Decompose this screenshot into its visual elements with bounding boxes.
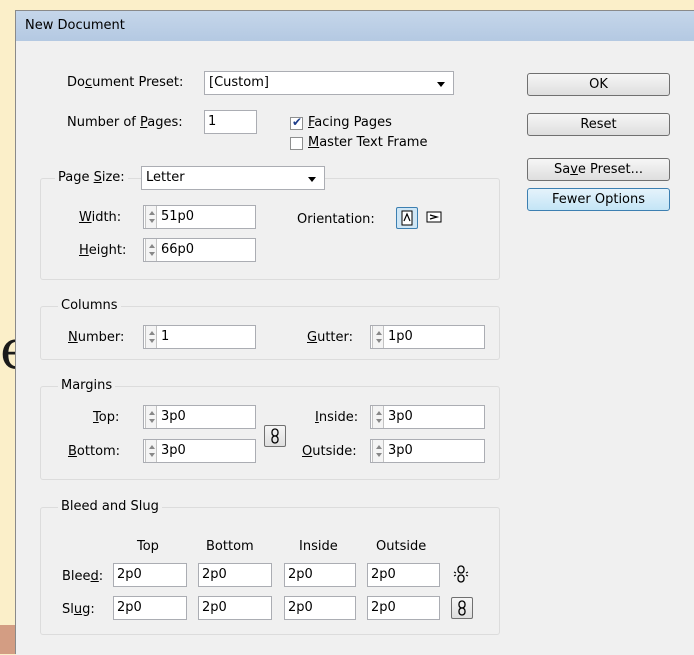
master-text-frame-label: Master Text Frame xyxy=(308,135,428,150)
fewer-options-button[interactable]: Fewer Options xyxy=(527,188,670,211)
chain-link-icon xyxy=(458,600,466,616)
document-preset-label: Document Preset: xyxy=(67,75,184,90)
page-size-value: Letter xyxy=(146,170,185,185)
slug-label: Slug: xyxy=(62,602,95,617)
bleed-outside-input[interactable]: 2p0 xyxy=(367,563,440,587)
bleed-header-bottom: Bottom xyxy=(206,539,254,554)
chain-link-icon xyxy=(271,428,279,444)
margin-outside-value: 3p0 xyxy=(388,443,413,458)
margin-inside-label: Inside: xyxy=(315,410,359,425)
facing-pages-checkbox[interactable]: ✔ xyxy=(290,115,303,130)
width-input[interactable]: 51p0 xyxy=(143,205,256,229)
gutter-label: Gutter: xyxy=(307,330,354,345)
margin-bottom-value: 3p0 xyxy=(161,443,186,458)
chevron-down-icon xyxy=(437,82,445,87)
margin-bottom-input[interactable]: 3p0 xyxy=(143,439,256,463)
slug-inside-input[interactable]: 2p0 xyxy=(284,596,356,620)
margin-top-value: 3p0 xyxy=(161,409,186,424)
slug-top-input[interactable]: 2p0 xyxy=(113,596,187,620)
margins-title: Margins xyxy=(58,378,116,393)
reset-button[interactable]: Reset xyxy=(527,113,670,136)
column-number-value: 1 xyxy=(161,329,170,344)
margin-outside-stepper[interactable] xyxy=(372,440,384,462)
page-size-label: Page Size: xyxy=(55,170,128,185)
save-preset-button[interactable]: Save Preset... xyxy=(527,158,670,181)
width-stepper[interactable] xyxy=(145,206,157,228)
height-stepper[interactable] xyxy=(145,239,157,261)
slug-link-button[interactable] xyxy=(451,597,473,619)
column-number-label: Number: xyxy=(68,330,125,345)
number-of-pages-input[interactable]: 1 xyxy=(204,110,257,134)
portrait-icon xyxy=(401,210,413,226)
margin-top-input[interactable]: 3p0 xyxy=(143,405,256,429)
column-number-input[interactable]: 1 xyxy=(143,325,256,349)
bleed-inside-input[interactable]: 2p0 xyxy=(284,563,356,587)
slug-bottom-input[interactable]: 2p0 xyxy=(198,596,272,620)
bleed-header-outside: Outside xyxy=(376,539,427,554)
chevron-down-icon xyxy=(308,177,316,182)
margin-inside-stepper[interactable] xyxy=(372,406,384,428)
landscape-orientation-button[interactable] xyxy=(424,207,446,229)
orientation-label: Orientation: xyxy=(297,212,375,227)
document-preset-value: [Custom] xyxy=(209,75,269,90)
facing-pages-label: Facing Pages xyxy=(308,115,392,130)
new-document-dialog: New Document Document Preset: [Custom] N… xyxy=(15,10,694,655)
bleed-slug-title: Bleed and Slug xyxy=(58,499,162,514)
broken-chain-link-icon xyxy=(453,565,469,583)
dialog-content: Document Preset: [Custom] Number of Page… xyxy=(16,41,694,655)
bleed-header-top: Top xyxy=(137,539,159,554)
document-preset-dropdown[interactable]: [Custom] xyxy=(204,71,454,95)
margins-link-button[interactable] xyxy=(264,425,286,447)
margin-inside-value: 3p0 xyxy=(388,409,413,424)
columns-title: Columns xyxy=(58,298,121,313)
height-input[interactable]: 66p0 xyxy=(143,238,256,262)
gutter-stepper[interactable] xyxy=(372,326,384,348)
master-text-frame-checkbox[interactable] xyxy=(290,137,303,150)
page-size-dropdown[interactable]: Letter xyxy=(141,166,325,190)
background-accent-bar xyxy=(0,625,15,654)
width-value: 51p0 xyxy=(161,209,195,224)
height-label: Height: xyxy=(79,243,127,258)
bleed-top-input[interactable]: 2p0 xyxy=(113,563,187,587)
portrait-orientation-button[interactable] xyxy=(396,207,418,229)
margin-outside-label: Outside: xyxy=(302,444,357,459)
dialog-titlebar: New Document xyxy=(16,11,694,42)
height-value: 66p0 xyxy=(161,242,195,257)
bleed-link-button[interactable] xyxy=(451,564,473,586)
checkmark-icon: ✔ xyxy=(292,115,303,129)
margin-outside-input[interactable]: 3p0 xyxy=(370,439,485,463)
number-of-pages-label: Number of Pages: xyxy=(67,115,183,130)
slug-outside-input[interactable]: 2p0 xyxy=(367,596,440,620)
landscape-icon xyxy=(426,211,442,223)
bleed-label: Bleed: xyxy=(62,569,104,584)
bleed-bottom-input[interactable]: 2p0 xyxy=(198,563,272,587)
gutter-input[interactable]: 1p0 xyxy=(370,325,485,349)
width-label: Width: xyxy=(79,210,122,225)
column-number-stepper[interactable] xyxy=(145,326,157,348)
margin-bottom-label: Bottom: xyxy=(68,444,121,459)
page-size-group xyxy=(40,178,500,280)
ok-button[interactable]: OK xyxy=(527,73,670,96)
margin-top-label: Top: xyxy=(93,410,120,425)
margin-top-stepper[interactable] xyxy=(145,406,157,428)
bleed-header-inside: Inside xyxy=(299,539,338,554)
margin-bottom-stepper[interactable] xyxy=(145,440,157,462)
gutter-value: 1p0 xyxy=(388,329,413,344)
margin-inside-input[interactable]: 3p0 xyxy=(370,405,485,429)
dialog-title: New Document xyxy=(25,18,125,33)
